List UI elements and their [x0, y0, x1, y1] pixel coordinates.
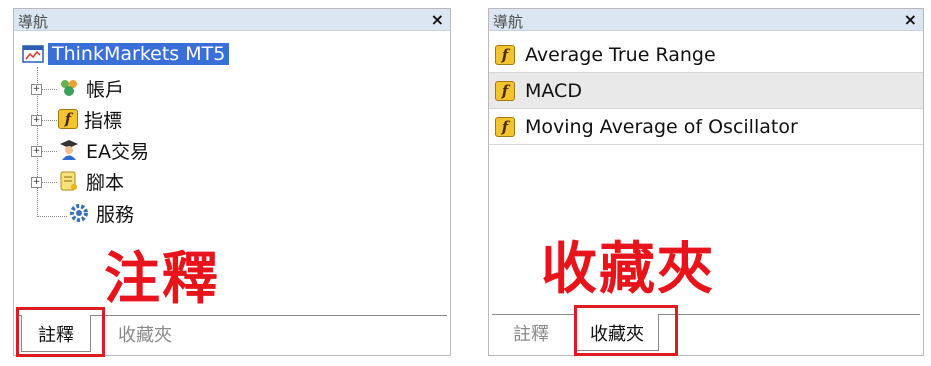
- function-icon: f: [495, 116, 515, 137]
- highlight-box: [574, 305, 678, 356]
- navigator-titlebar: 導航 ×: [489, 9, 923, 31]
- function-icon: f: [495, 80, 515, 101]
- tree-item-label: 帳戶: [86, 78, 125, 101]
- tree-item-label: EA交易: [86, 140, 150, 163]
- function-icon: f: [495, 44, 515, 65]
- overlay-annotation-label: 注釋: [104, 247, 220, 312]
- expert-advisor-icon: [58, 139, 80, 161]
- tab-favorites[interactable]: 收藏夾: [118, 321, 172, 347]
- navigator-panel-left: 導航 × ThinkMarkets MT5 + 帳戶 + f 指標 + EA交易…: [13, 8, 451, 357]
- navigator-title: 導航: [18, 13, 49, 31]
- tree-item-indicators[interactable]: f 指標: [58, 104, 122, 134]
- gear-icon: [68, 202, 90, 224]
- tree-item-label: 服務: [96, 203, 135, 226]
- tab-annotations[interactable]: 註釋: [513, 320, 549, 346]
- favorite-item[interactable]: f MACD: [489, 73, 923, 109]
- expand-icon[interactable]: +: [31, 84, 42, 95]
- tree-item-root[interactable]: ThinkMarkets MT5: [22, 39, 230, 69]
- terminal-icon: [22, 43, 44, 65]
- tree-item-label: ThinkMarkets MT5: [48, 43, 230, 65]
- navigator-panel-right: 導航 × f Average True Range f MACD f Movin…: [488, 8, 924, 356]
- overlay-annotation-label: 收藏夾: [541, 237, 715, 302]
- favorite-item-label: Moving Average of Oscillator: [525, 115, 798, 138]
- script-icon: [58, 170, 80, 192]
- tree-item-label: 指標: [84, 109, 123, 132]
- tree-item-scripts[interactable]: 腳本: [58, 166, 124, 196]
- tree-item-label: 腳本: [86, 171, 125, 194]
- tree-item-expert-advisors[interactable]: EA交易: [58, 135, 149, 165]
- tree-item-services[interactable]: 服務: [68, 198, 134, 228]
- tree-connector: [37, 216, 67, 217]
- expand-icon[interactable]: +: [31, 146, 42, 157]
- tab-divider: [492, 314, 920, 315]
- expand-icon[interactable]: +: [31, 115, 42, 126]
- favorite-item-label: Average True Range: [525, 43, 716, 66]
- favorite-item-label: MACD: [525, 79, 582, 102]
- close-icon[interactable]: ×: [904, 10, 917, 29]
- navigator-title: 導航: [493, 13, 524, 31]
- close-icon[interactable]: ×: [431, 10, 444, 29]
- accounts-icon: [58, 77, 80, 99]
- highlight-box: [16, 307, 105, 357]
- navigator-titlebar: 導航 ×: [14, 9, 450, 31]
- expand-icon[interactable]: +: [31, 177, 42, 188]
- function-icon: f: [58, 109, 78, 129]
- tree-item-accounts[interactable]: 帳戶: [58, 73, 124, 103]
- favorite-item[interactable]: f Average True Range: [489, 37, 923, 73]
- favorite-item[interactable]: f Moving Average of Oscillator: [489, 109, 923, 145]
